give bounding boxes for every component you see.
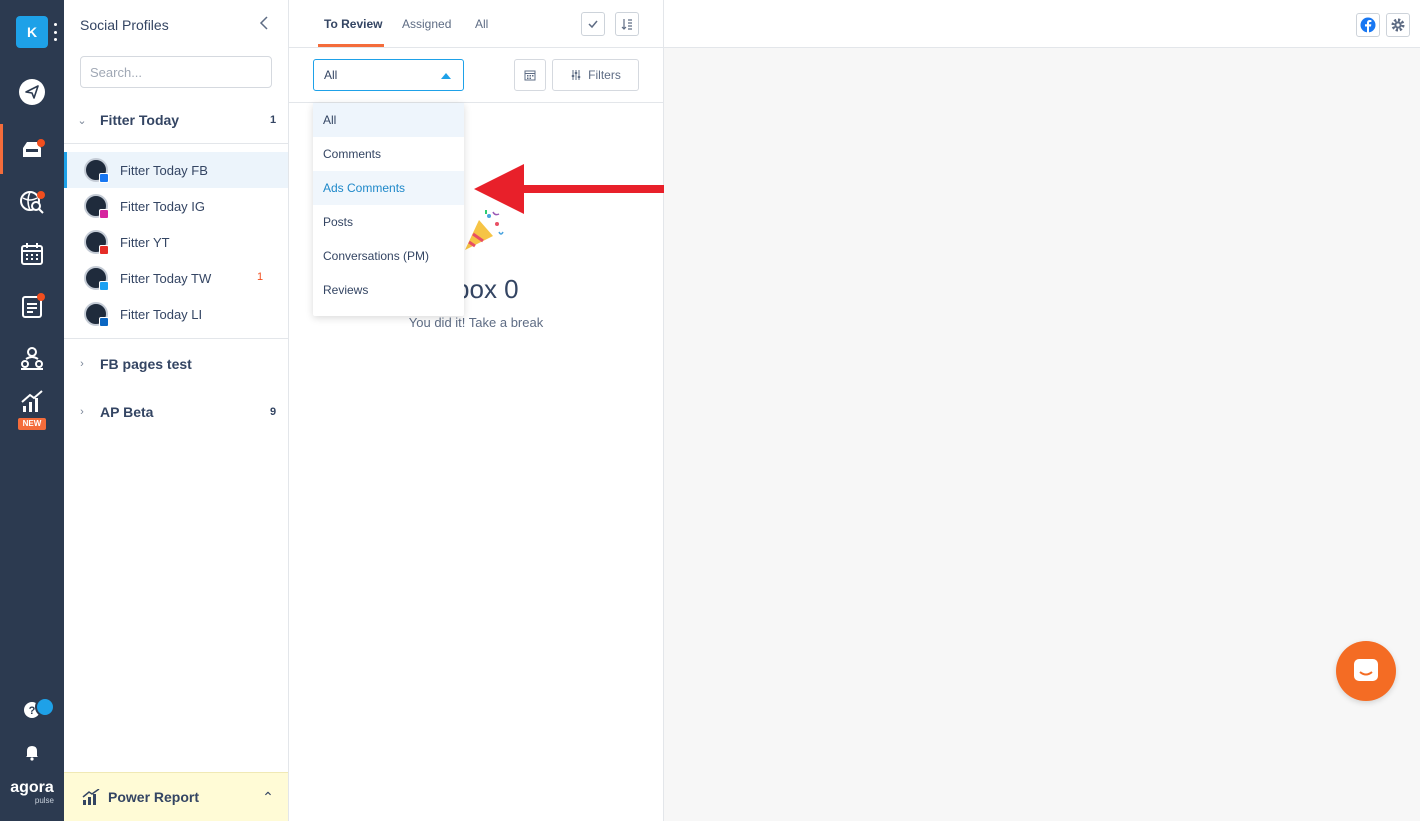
mark-reviewed-button[interactable] [581,12,605,36]
dropdown-option-reviews[interactable]: Reviews [313,273,464,307]
active-tab-underline [318,44,384,47]
filters-label: Filters [588,68,621,82]
caret-up-icon [441,73,451,79]
profile-name: Fitter Today LI [120,307,203,322]
gift-icon[interactable] [35,697,55,717]
group-ap-beta[interactable]: › AP Beta 9 [64,394,288,430]
group-count: 1 [269,114,277,126]
filters-button[interactable]: Filters [552,59,639,91]
sliders-icon [571,70,581,80]
chat-icon [1354,659,1378,681]
power-report-label: Power Report [108,789,200,805]
detail-toolbar [664,0,1420,48]
checkmark-icon [588,20,598,29]
chat-support-button[interactable] [1336,641,1396,701]
profile-name: Fitter Today IG [120,199,206,214]
profile-search-input[interactable] [80,56,272,88]
sort-icon [621,19,632,30]
group-fitter-today[interactable]: ⌄ Fitter Today 1 [64,102,288,138]
item-type-select[interactable]: All [313,59,464,91]
chevron-right-icon: › [80,358,84,370]
profile-item-fitter-today-ig[interactable]: Fitter Today IG [64,188,288,224]
profile-name: Fitter Today TW [120,271,212,286]
facebook-icon [1360,17,1376,33]
sidebar-title: Social Profiles [80,17,169,33]
listening-notification-dot [37,191,45,199]
divider [64,143,288,144]
agorapulse-logo: agora pulse [8,779,56,806]
dropdown-option-all[interactable]: All [313,103,464,137]
profile-count: 1 [257,271,264,283]
profile-name: Fitter YT [120,235,170,250]
chevron-up-icon[interactable]: ⌃ [248,789,288,806]
settings-button[interactable] [1386,13,1410,37]
profile-item-fitter-yt[interactable]: Fitter YT [64,224,288,260]
sort-button[interactable] [615,12,639,36]
group-fb-pages-test[interactable]: › FB pages test [64,346,288,382]
calendar-icon[interactable] [18,240,46,268]
nav-rail: K NEW ? agora pulse [0,0,64,821]
group-name: FB pages test [100,356,192,372]
divider [64,338,288,339]
detail-pane [664,0,1420,821]
youtube-icon [99,245,109,255]
dropdown-option-comments[interactable]: Comments [313,137,464,171]
chevron-down-icon: ⌄ [77,114,87,127]
facebook-icon [99,173,109,183]
profiles-sidebar: Social Profiles ⌄ Fitter Today 1 Fitter … [64,0,289,821]
logo-sub: pulse [34,796,54,805]
profile-name: Fitter Today FB [120,163,208,178]
tab-all[interactable]: All [475,17,488,31]
publish-icon[interactable] [18,78,46,106]
filter-row: All Filters [289,48,663,103]
chevron-right-icon: › [80,406,84,418]
item-type-dropdown: All Comments Ads Comments Posts Conversa… [313,103,464,316]
date-filter-button[interactable] [514,59,546,91]
profile-item-fitter-today-li[interactable]: Fitter Today LI [64,296,288,332]
power-report-icon [82,789,100,805]
calendar-small-icon [524,70,536,81]
empty-state-subtitle: You did it! Take a break [408,315,544,330]
active-indicator [0,124,3,174]
reports-notification-dot [37,293,45,301]
annotation-arrow [474,164,666,214]
inbox-tabs: To Review Assigned All [289,0,663,48]
linkedin-icon [99,317,109,327]
tab-to-review[interactable]: To Review [324,17,382,31]
select-value: All [324,68,338,82]
new-badge: NEW [18,418,46,430]
twitter-icon [99,281,109,291]
dropdown-option-conversations[interactable]: Conversations (PM) [313,239,464,273]
facebook-profile-button[interactable] [1356,13,1380,37]
team-icon[interactable] [18,344,46,372]
workspace-menu-icon[interactable] [53,23,57,41]
dropdown-option-ads-comments[interactable]: Ads Comments [313,171,464,205]
notifications-bell-icon[interactable] [23,743,41,761]
dropdown-option-posts[interactable]: Posts [313,205,464,239]
profile-item-fitter-today-tw[interactable]: Fitter Today TW 1 [64,260,288,296]
group-name: Fitter Today [100,112,180,128]
group-name: AP Beta [100,404,154,420]
gear-icon [1391,18,1405,32]
inbox-notification-dot [37,139,45,147]
profile-item-fitter-today-fb[interactable]: Fitter Today FB [64,152,288,188]
workspace-avatar[interactable]: K [16,16,48,48]
group-count: 9 [269,406,277,418]
logo-word: agora [10,779,54,796]
tab-assigned[interactable]: Assigned [402,17,451,31]
collapse-sidebar-icon[interactable] [257,14,271,32]
analytics-icon[interactable] [18,388,46,416]
power-report-bar[interactable]: Power Report ⌃ [64,772,288,821]
instagram-icon [99,209,109,219]
